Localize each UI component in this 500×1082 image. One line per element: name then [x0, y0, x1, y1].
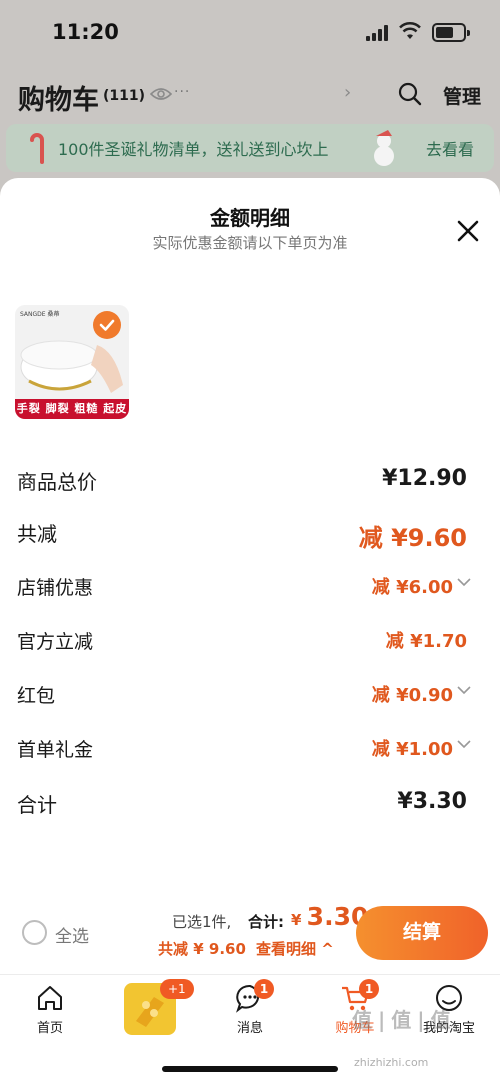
row-label: 共减: [17, 522, 57, 546]
select-all-label[interactable]: 全选: [55, 922, 89, 947]
search-icon[interactable]: [398, 82, 422, 106]
row-official-discount: 官方立减 减 ¥1.70: [17, 627, 467, 657]
row-label: 店铺优惠: [17, 577, 94, 599]
product-banner: 手裂 脚裂 粗糙 起皮: [15, 399, 129, 419]
total-currency: ¥: [291, 911, 302, 929]
sheet-title: 金额明细: [210, 206, 290, 230]
chevron-down-icon[interactable]: [457, 685, 471, 695]
row-label: 红包: [17, 685, 56, 707]
close-icon[interactable]: [455, 218, 481, 244]
checkout-button[interactable]: 结算: [356, 906, 488, 960]
chevron-down-icon[interactable]: [457, 577, 471, 587]
row-label: 合计: [17, 793, 57, 817]
row-value: 减 ¥0.90: [371, 685, 453, 706]
row-value: 减 ¥9.60: [358, 524, 467, 552]
cellular-signal-icon: [366, 24, 390, 41]
chevron-right-icon: ›: [344, 82, 352, 103]
promo-banner[interactable]: 100件圣诞礼物清单，送礼送到心坎上 去看看: [6, 124, 494, 172]
status-time: 11:20: [52, 20, 119, 44]
row-red-packet[interactable]: 红包 减 ¥0.90: [17, 681, 471, 711]
tab-label: 消息: [236, 1021, 263, 1036]
row-grand-total: 合计 ¥3.30: [17, 789, 467, 819]
promo-text: 100件圣诞礼物清单，送礼送到心坎上: [58, 140, 329, 159]
watermark: 值|值|值: [352, 1008, 457, 1032]
selected-check-icon[interactable]: [93, 311, 121, 339]
row-label: 官方立减: [17, 631, 94, 653]
select-all-radio[interactable]: [22, 920, 47, 945]
home-icon: [38, 986, 62, 1010]
cart-count: (111): [103, 88, 146, 104]
row-value: ¥3.30: [397, 789, 467, 814]
wifi-icon: [399, 22, 421, 39]
home-indicator: [162, 1066, 338, 1072]
row-value: 减 ¥1.70: [385, 631, 467, 652]
snowman-icon: [374, 130, 394, 166]
cart-page-background: 11:20 购物车 (111) ... › 管理 100件圣诞礼物清单，送礼送到…: [0, 0, 500, 200]
cart-header: 购物车 (111) ... › 管理: [0, 66, 500, 122]
selected-count: 已选1件,: [172, 913, 232, 931]
total-label: 合计:: [248, 913, 284, 931]
row-total-discount: 共减 减 ¥9.60: [17, 518, 467, 552]
product-thumbnail[interactable]: SANGDE 桑蒂 手裂 脚裂 粗糙 起皮: [15, 305, 129, 419]
status-bar: 11:20: [0, 0, 500, 66]
address-more[interactable]: ...: [174, 80, 190, 96]
watermark-url: zhizhizhi.com: [354, 1056, 429, 1069]
row-label: 商品总价: [17, 470, 97, 494]
row-label: 首单礼金: [17, 739, 94, 761]
tab-messages[interactable]: 1 消息: [215, 979, 285, 1036]
cart-badge: 1: [359, 979, 379, 999]
row-shop-discount[interactable]: 店铺优惠 减 ¥6.00: [17, 573, 471, 603]
row-value: 减 ¥1.00: [371, 739, 453, 760]
row-first-order-gift[interactable]: 首单礼金 减 ¥1.00: [17, 735, 471, 765]
promo-link[interactable]: 去看看: [426, 136, 474, 160]
manage-button[interactable]: 管理: [443, 82, 481, 109]
promo-badge: +1: [160, 979, 194, 999]
message-icon-wrap: 1: [235, 979, 274, 1013]
battery-icon: [432, 23, 470, 42]
total-saved: 共减 ¥ 9.60: [158, 940, 246, 958]
tab-label: 首页: [36, 1021, 63, 1036]
message-badge: 1: [254, 979, 274, 999]
amount-detail-sheet: 金额明细 实际优惠金额请以下单页为准 SANGDE 桑蒂 手裂 脚裂 粗糙 起皮…: [0, 178, 500, 974]
cart-title: 购物车: [18, 85, 99, 116]
sheet-subtitle: 实际优惠金额请以下单页为准: [152, 234, 348, 252]
eye-icon[interactable]: [150, 86, 172, 102]
chevron-down-icon[interactable]: [457, 739, 471, 749]
row-value: ¥12.90: [382, 466, 467, 491]
candy-cane-icon: [30, 133, 44, 164]
view-detail-link[interactable]: 查看明细 ^: [256, 938, 334, 959]
tab-home[interactable]: 首页: [15, 983, 85, 1036]
row-item-total: 商品总价 ¥12.90: [17, 466, 467, 496]
row-value: 减 ¥6.00: [371, 577, 453, 598]
